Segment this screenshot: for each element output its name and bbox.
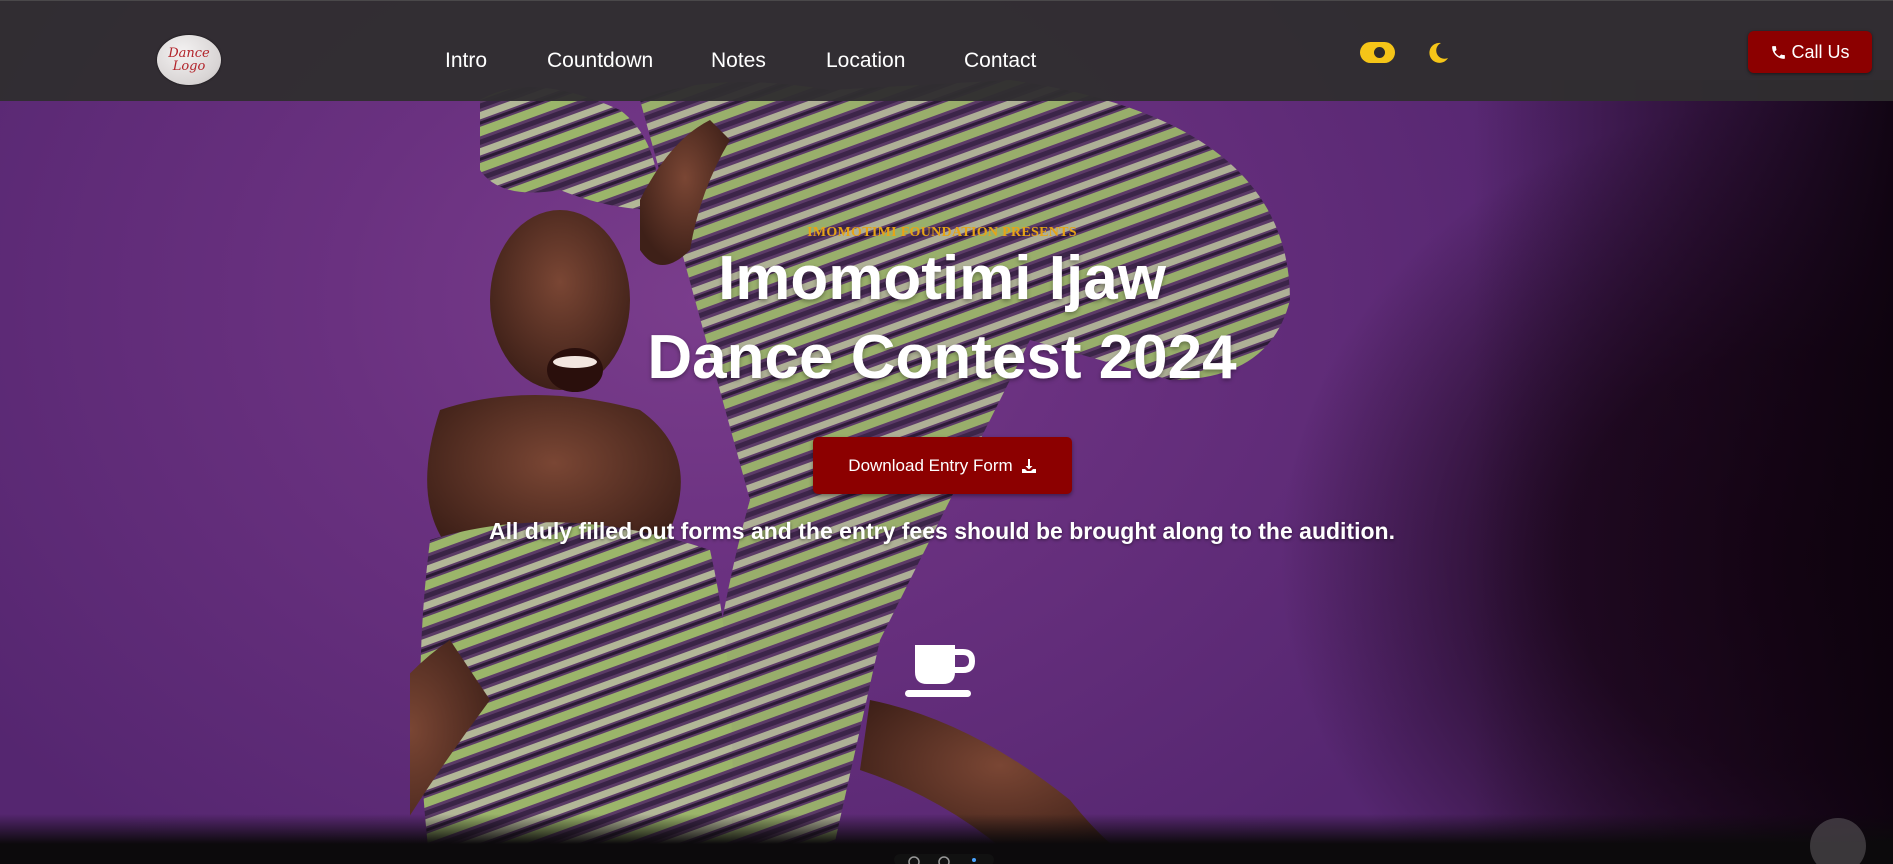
nav-link-countdown[interactable]: Countdown <box>547 48 653 74</box>
call-us-label: Call Us <box>1791 41 1850 62</box>
nav-link-notes[interactable]: Notes <box>711 48 766 74</box>
hero-title-line1: Imomotimi Ijaw <box>718 244 1166 313</box>
toggle-knob <box>1374 47 1385 58</box>
hero-background <box>0 0 1893 864</box>
nav-link-contact[interactable]: Contact <box>964 48 1036 74</box>
presenter-tagline: IMOMOTIMI FOUNDATION PRESENTS <box>807 225 1077 240</box>
moon-icon[interactable] <box>1427 41 1449 65</box>
bottom-indicator-icons <box>894 854 994 864</box>
theme-toggle-switch[interactable] <box>1360 42 1395 63</box>
call-us-button[interactable]: Call Us <box>1748 31 1872 73</box>
top-navbar: Dance Logo Intro Countdown Notes Locatio… <box>0 0 1893 101</box>
download-entry-form-button[interactable]: Download Entry Form <box>813 437 1072 494</box>
hero-shadow-overlay <box>1473 80 1893 864</box>
nav-link-location[interactable]: Location <box>826 48 905 74</box>
coffee-cup-icon <box>905 645 975 697</box>
site-logo[interactable]: Dance Logo <box>157 35 221 85</box>
download-button-label: Download Entry Form <box>848 455 1013 475</box>
entry-instructions-text: All duly filled out forms and the entry … <box>489 518 1395 544</box>
phone-icon <box>1772 45 1786 59</box>
logo-text: Logo <box>172 59 206 74</box>
download-icon <box>1021 458 1036 473</box>
nav-link-intro[interactable]: Intro <box>445 48 487 74</box>
hero-title-line2: Dance Contest 2024 <box>647 323 1237 392</box>
